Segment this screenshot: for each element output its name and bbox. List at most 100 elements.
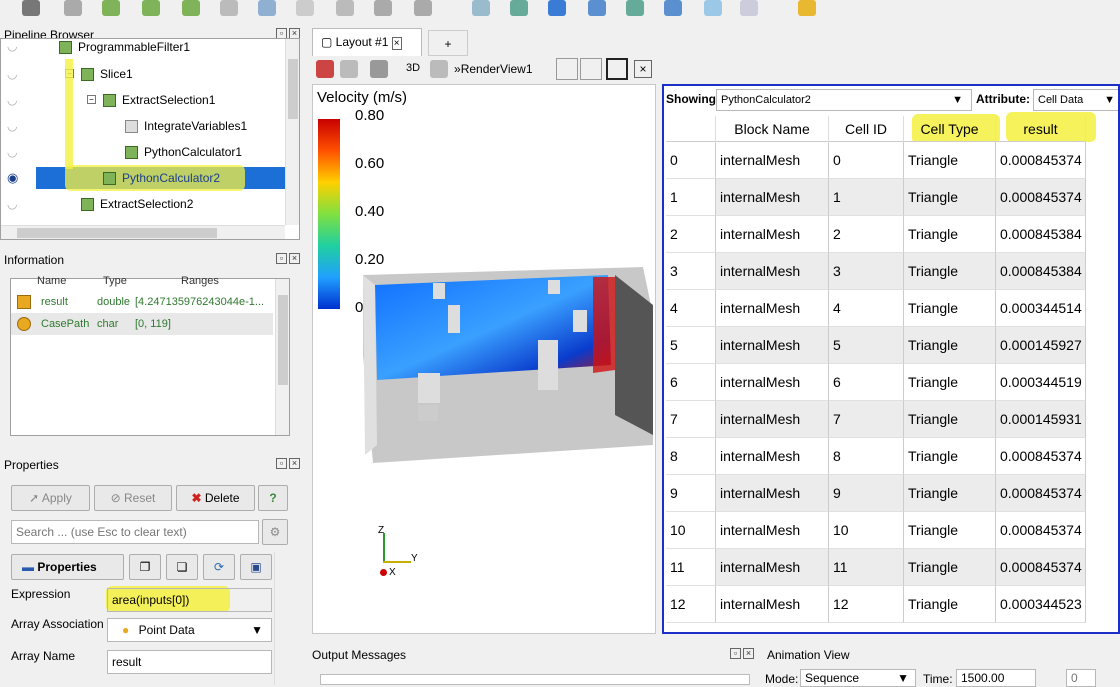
delete-button[interactable]: ✖ Delete (176, 485, 255, 511)
copy-icon[interactable]: ❐ (129, 554, 161, 580)
eye-icon[interactable]: ◡ (7, 141, 21, 163)
collapse-icon[interactable]: − (87, 95, 96, 104)
col-result[interactable]: result (996, 116, 1086, 142)
refresh-icon[interactable]: ⟳ (203, 554, 235, 580)
properties-scrollbar[interactable] (274, 552, 288, 685)
cell-id[interactable]: 9 (829, 475, 904, 512)
reset-camera-icon[interactable] (316, 60, 334, 78)
info-scrollbar[interactable] (275, 279, 289, 435)
cell-id[interactable]: 6 (829, 364, 904, 401)
cell-block-name[interactable]: internalMesh (716, 438, 829, 475)
cell-result[interactable]: 0.000845384 (996, 253, 1086, 290)
tree-item-pythoncalculator1[interactable]: PythonCalculator1 (125, 141, 242, 163)
cell-type[interactable]: Triangle (904, 364, 996, 401)
row-index[interactable]: 0 (666, 142, 716, 179)
cell-block-name[interactable]: internalMesh (716, 364, 829, 401)
mode-3d-button[interactable]: 3D (406, 62, 420, 74)
cell-result[interactable]: 0.000845374 (996, 438, 1086, 475)
cell-id[interactable]: 5 (829, 327, 904, 364)
cell-type[interactable]: Triangle (904, 142, 996, 179)
cell-type[interactable]: Triangle (904, 216, 996, 253)
showing-select[interactable]: PythonCalculator2 ▼ (716, 89, 972, 111)
float-icon[interactable]: ▫ (276, 253, 287, 264)
cube-clip-icon[interactable] (142, 0, 160, 16)
cell-type[interactable]: Triangle (904, 549, 996, 586)
cell-type[interactable]: Triangle (904, 586, 996, 623)
grid-icon[interactable] (22, 0, 40, 16)
info-col-name[interactable]: Name (37, 275, 66, 287)
float-icon[interactable]: ▫ (276, 458, 287, 469)
cell-id[interactable]: 7 (829, 401, 904, 438)
histogram-icon[interactable] (548, 0, 566, 16)
save-icon[interactable]: ▣ (240, 554, 272, 580)
cell-result[interactable]: 0.000845374 (996, 549, 1086, 586)
properties-section-toggle[interactable]: ▬ Properties (11, 554, 124, 580)
layout-tab[interactable]: ▢ Layout #1 × (312, 28, 422, 56)
tree-item-extractselection2[interactable]: ExtractSelection2 (81, 193, 193, 215)
glyph-icon[interactable] (258, 0, 276, 16)
row-index[interactable]: 4 (666, 290, 716, 327)
snowflake-icon[interactable] (704, 0, 722, 16)
braces-icon[interactable] (740, 0, 758, 16)
tree-item-programmablefilter1[interactable]: ProgrammableFilter1 (59, 36, 190, 58)
cell-type[interactable]: Triangle (904, 253, 996, 290)
calc-icon[interactable] (626, 0, 644, 16)
eye-icon[interactable]: ◡ (7, 63, 21, 85)
cell-block-name[interactable]: internalMesh (716, 142, 829, 179)
expression-field[interactable]: area(inputs[0]) (107, 588, 272, 612)
split-vertical-icon[interactable] (580, 58, 602, 80)
tree-item-extractselection1[interactable]: ExtractSelection1 (103, 89, 215, 111)
paste-icon[interactable]: ❏ (166, 554, 198, 580)
spiral-icon[interactable] (64, 0, 82, 16)
cell-id[interactable]: 1 (829, 179, 904, 216)
cube-gray-icon[interactable] (220, 0, 238, 16)
row-index[interactable]: 1 (666, 179, 716, 216)
close-icon[interactable]: × (289, 458, 300, 469)
split-horizontal-icon[interactable] (556, 58, 578, 80)
cell-id[interactable]: 0 (829, 142, 904, 179)
close-tab-icon[interactable]: × (391, 37, 402, 50)
cell-result[interactable]: 0.000845374 (996, 142, 1086, 179)
row-index[interactable]: 5 (666, 327, 716, 364)
eye-icon[interactable]: ◡ (7, 89, 21, 111)
pipeline-hscrollbar[interactable] (1, 225, 285, 239)
cell-type[interactable]: Triangle (904, 438, 996, 475)
frame-spinbox[interactable]: 0 (1066, 669, 1096, 687)
cell-id[interactable]: 12 (829, 586, 904, 623)
extract-icon[interactable] (414, 0, 432, 16)
render-view[interactable]: Velocity (m/s) 0.80 0.60 0.40 0.20 0.00 … (312, 84, 656, 634)
cell-type[interactable]: Triangle (904, 290, 996, 327)
add-layout-tab[interactable]: + (428, 30, 468, 56)
cell-id[interactable]: 10 (829, 512, 904, 549)
float-icon[interactable]: ▫ (730, 648, 741, 659)
plot-icon[interactable] (510, 0, 528, 16)
gear-icon[interactable]: ⚙ (262, 519, 288, 545)
line-plot-icon[interactable] (588, 0, 606, 16)
row-index[interactable]: 11 (666, 549, 716, 586)
maximize-icon[interactable] (606, 58, 628, 80)
cube-icon[interactable] (102, 0, 120, 16)
row-index[interactable]: 8 (666, 438, 716, 475)
cell-id[interactable]: 3 (829, 253, 904, 290)
wave-icon[interactable] (664, 0, 682, 16)
close-view-icon[interactable]: × (634, 60, 652, 78)
camera-icon[interactable] (370, 60, 388, 78)
cell-type[interactable]: Triangle (904, 179, 996, 216)
cell-block-name[interactable]: internalMesh (716, 253, 829, 290)
cell-result[interactable]: 0.000344523 (996, 586, 1086, 623)
cell-block-name[interactable]: internalMesh (716, 401, 829, 438)
group-icon[interactable] (374, 0, 392, 16)
attribute-select[interactable]: Cell Data ▼ (1033, 89, 1118, 111)
probe-icon[interactable] (472, 0, 490, 16)
row-index[interactable]: 3 (666, 253, 716, 290)
row-index[interactable]: 2 (666, 216, 716, 253)
row-index[interactable]: 12 (666, 586, 716, 623)
tree-item-slice1[interactable]: Slice1 (81, 63, 133, 85)
cell-id[interactable]: 4 (829, 290, 904, 327)
tree-item-integratevariables1[interactable]: IntegrateVariables1 (125, 115, 247, 137)
output-messages-area[interactable] (320, 674, 750, 685)
eye-icon[interactable]: ◡ (7, 115, 21, 137)
cell-block-name[interactable]: internalMesh (716, 327, 829, 364)
cell-block-name[interactable]: internalMesh (716, 216, 829, 253)
row-index[interactable]: 7 (666, 401, 716, 438)
